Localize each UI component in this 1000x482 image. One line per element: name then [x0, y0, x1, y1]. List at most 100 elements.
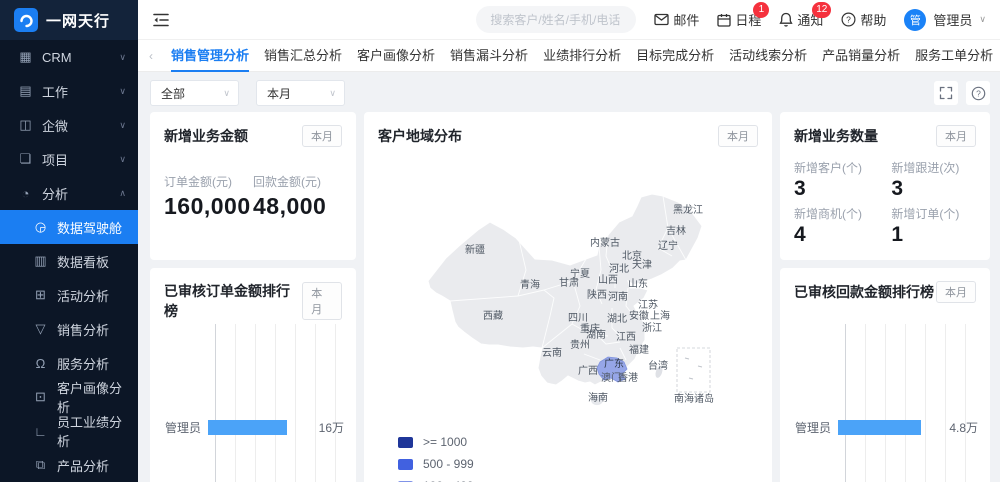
stat-value: 3	[891, 177, 976, 201]
search-input[interactable]	[476, 6, 636, 33]
sidebar-item-crm[interactable]: ▦ CRM ∨	[0, 40, 138, 74]
sidebar-item-label: 销售分析	[57, 320, 109, 339]
logo-text: 一网天行	[46, 10, 110, 31]
card-title: 新增业务数量	[794, 126, 878, 146]
province-label-陕西: 陕西	[587, 288, 607, 301]
sidebar-item-staff-performance[interactable]: ∟ 员工业绩分析	[0, 414, 138, 448]
province-label-福建: 福建	[629, 343, 649, 356]
filter-row: 全部 ∨ 本月 ∨	[150, 80, 990, 106]
legend-row: >= 1000	[398, 435, 474, 449]
tab-sales-management[interactable]: 销售管理分析	[171, 40, 249, 72]
notify-badge: 12	[812, 2, 831, 18]
user-name: 管理员	[933, 10, 972, 29]
sidebar-item-data-board[interactable]: ▥ 数据看板	[0, 244, 138, 278]
stat-label: 新增订单(个)	[891, 205, 976, 222]
bar	[208, 420, 287, 435]
tab-target-completion[interactable]: 目标完成分析	[636, 40, 714, 72]
dashboard-icon: ◶	[33, 219, 48, 235]
main-area: ‹ 销售管理分析 销售汇总分析 客户画像分析 销售漏斗分析 业绩排行分析 目标完…	[138, 40, 1000, 482]
tab-service-orders[interactable]: 服务工单分析	[915, 40, 993, 72]
province-label-内蒙古: 内蒙古	[590, 236, 620, 249]
menu-fold-icon[interactable]	[152, 12, 170, 28]
sidebar-item-customer-portrait[interactable]: ⊡ 客户画像分析	[0, 380, 138, 414]
province-label-山东: 山东	[628, 277, 648, 290]
period-badge: 本月	[936, 281, 976, 303]
sidebar-item-wecom[interactable]: ◫ 企微 ∨	[0, 108, 138, 142]
sidebar-item-label: 客户画像分析	[57, 378, 126, 416]
card-new-business-count: 新增业务数量 本月 新增客户(个) 3 新增跟进(次) 3 新增商机(个) 4	[780, 112, 990, 260]
dashboard-content: 全部 ∨ 本月 ∨	[138, 72, 1000, 482]
sidebar-item-sales-analysis[interactable]: ▽ 销售分析	[0, 312, 138, 346]
province-label-浙江: 浙江	[642, 322, 662, 334]
province-label-广西: 广西	[578, 365, 598, 377]
sidebar-item-product-analysis[interactable]: ⧉ 产品分析	[0, 448, 138, 482]
stat-label: 订单金额(元)	[164, 173, 253, 190]
fullscreen-button[interactable]	[934, 81, 958, 105]
sidebar-item-label: 活动分析	[57, 286, 109, 305]
grid-icon: ▦	[18, 49, 33, 65]
svg-text:?: ?	[847, 15, 852, 25]
province-label-黑龙江: 黑龙江	[673, 203, 703, 216]
chevron-up-icon: ∧	[119, 188, 126, 199]
sidebar-item-label: 数据驾驶舱	[57, 218, 122, 237]
notifications-button[interactable]: 通知 12	[779, 10, 823, 29]
tab-sales-summary[interactable]: 销售汇总分析	[264, 40, 342, 72]
calendar-button[interactable]: 日程 1	[717, 10, 761, 29]
bar	[838, 420, 921, 435]
sidebar-item-work[interactable]: ▤ 工作 ∨	[0, 74, 138, 108]
stat-value: 48,000	[253, 193, 342, 220]
sidebar-item-project[interactable]: ❏ 项目 ∨	[0, 142, 138, 176]
card-title: 新增业务金额	[164, 126, 248, 146]
sidebar-item-analysis[interactable]: ◔ 分析 ∧	[0, 176, 138, 210]
tab-activity-leads[interactable]: 活动线索分析	[729, 40, 807, 72]
chart-bar-row: 管理员 4.8万	[790, 420, 978, 435]
tab-customer-portrait[interactable]: 客户画像分析	[357, 40, 435, 72]
sidebar-item-service-analysis[interactable]: Ω 服务分析	[0, 346, 138, 380]
question-circle-icon: ?	[841, 12, 856, 27]
province-label-河北: 河北	[609, 263, 629, 275]
bar-value-label: 4.8万	[949, 419, 978, 436]
chevron-down-icon: ∨	[119, 52, 126, 63]
tabs-scroll-left-icon[interactable]: ‹	[146, 49, 156, 63]
tab-sales-funnel[interactable]: 销售漏斗分析	[450, 40, 528, 72]
stat-label: 新增客户(个)	[794, 159, 891, 176]
chevron-down-icon: ∨	[119, 86, 126, 97]
chevron-down-icon: ∨	[119, 154, 126, 165]
calendar-icon	[717, 13, 731, 27]
mail-button[interactable]: 邮件	[654, 10, 699, 29]
stat-label: 新增商机(个)	[794, 205, 891, 222]
card-payment-amount-rank: 已审核回款金额排行榜 本月 管理员 4.8万	[780, 268, 990, 482]
tab-product-sales[interactable]: 产品销量分析	[822, 40, 900, 72]
tab-performance-rank[interactable]: 业绩排行分析	[543, 40, 621, 72]
province-label-辽宁: 辽宁	[658, 239, 678, 252]
wecom-icon: ◫	[18, 117, 33, 133]
province-label-江苏: 江苏	[638, 298, 658, 311]
help-circle-button[interactable]: ?	[966, 81, 990, 105]
period-select[interactable]: 本月 ∨	[256, 80, 345, 106]
island-dashes	[685, 358, 702, 379]
scope-select-value: 全部	[161, 85, 185, 102]
app-logo[interactable]: 一网天行	[0, 0, 138, 40]
province-label-青海: 青海	[520, 278, 540, 291]
tab-bar: ‹ 销售管理分析 销售汇总分析 客户画像分析 销售漏斗分析 业绩排行分析 目标完…	[138, 40, 1000, 72]
province-label-河南: 河南	[608, 290, 628, 303]
chevron-down-icon: ∨	[329, 88, 336, 99]
sidebar-item-activity-analysis[interactable]: ⊞ 活动分析	[0, 278, 138, 312]
period-select-value: 本月	[267, 85, 291, 102]
scope-select[interactable]: 全部 ∨	[150, 80, 239, 106]
province-label-香港: 香港	[618, 372, 638, 384]
user-menu[interactable]: 管 管理员 ∨	[904, 9, 986, 31]
province-label-山西: 山西	[598, 274, 618, 286]
sidebar-item-data-cockpit[interactable]: ◶ 数据驾驶舱	[0, 210, 138, 244]
stat-value: 1	[891, 223, 976, 247]
help-button[interactable]: ? 帮助	[841, 10, 886, 29]
card-title: 已审核回款金额排行榜	[794, 282, 934, 302]
pie-chart-icon: ◔	[18, 186, 33, 201]
funnel-icon: ▽	[33, 321, 48, 337]
legend-swatch	[398, 437, 413, 448]
bar-track	[208, 420, 314, 435]
bar-category-label: 管理员	[790, 419, 838, 436]
topbar-main: 邮件 日程 1 通知 12 ?	[138, 0, 1000, 39]
mail-label: 邮件	[673, 10, 699, 29]
china-map[interactable]: 黑龙江吉林辽宁内蒙古北京天津河北山西山东宁夏甘肃青海新疆陕西河南江苏西藏四川重庆…	[368, 138, 768, 474]
